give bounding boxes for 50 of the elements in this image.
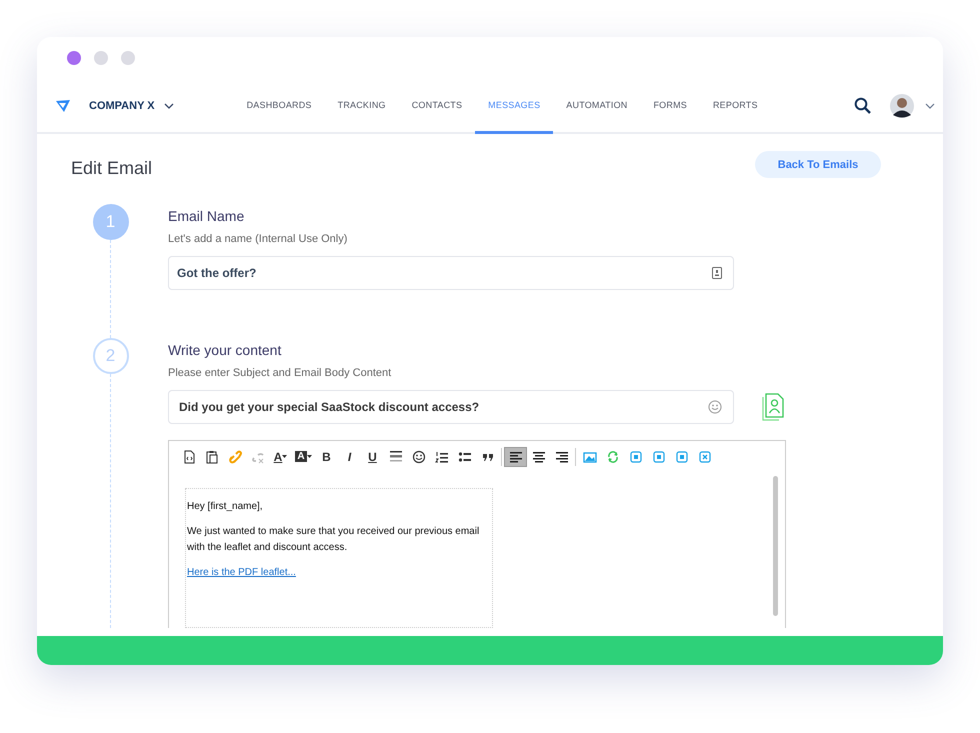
rule-icon[interactable] xyxy=(388,450,402,464)
nav-tab[interactable]: DASHBOARDS xyxy=(234,79,325,134)
step-title: Email Name xyxy=(168,208,246,224)
text-color-button[interactable]: A xyxy=(269,446,292,466)
block-icon[interactable] xyxy=(674,450,688,464)
back-button[interactable]: Back To Emails xyxy=(755,151,881,178)
search-icon[interactable] xyxy=(854,97,871,114)
block-icon[interactable] xyxy=(652,450,666,464)
ul-icon[interactable] xyxy=(458,450,472,464)
emoji-icon[interactable] xyxy=(412,450,426,464)
underline-button[interactable]: U xyxy=(361,446,384,466)
paste-icon[interactable] xyxy=(204,450,218,464)
step-number: 2 xyxy=(92,338,128,374)
logo-icon[interactable] xyxy=(55,98,71,112)
step-title: Write your content xyxy=(168,342,282,358)
nav-tab[interactable]: CONTACTS xyxy=(398,79,476,134)
subject-field[interactable]: Did you get your special SaaStock discount access? xyxy=(168,390,734,424)
nav-tab[interactable]: REPORTS xyxy=(700,79,771,134)
window-dot[interactable] xyxy=(67,51,81,65)
source-icon[interactable] xyxy=(182,450,196,464)
caret-icon[interactable] xyxy=(164,102,174,108)
block-icon[interactable] xyxy=(628,450,642,464)
step-number: 1 xyxy=(92,204,128,240)
step-hint: Let's add a name (Internal Use Only) xyxy=(168,233,348,245)
nav-tab[interactable]: AUTOMATION xyxy=(553,79,640,134)
avatar-icon[interactable] xyxy=(890,94,914,118)
align-left-icon[interactable] xyxy=(508,450,522,464)
name-field[interactable]: Got the offer? xyxy=(168,256,734,290)
align-left-button[interactable] xyxy=(504,446,527,466)
smiley-icon[interactable] xyxy=(708,400,722,414)
bold-button[interactable]: B xyxy=(315,446,338,466)
block-x-icon[interactable] xyxy=(698,450,712,464)
window-dot[interactable] xyxy=(121,51,135,65)
company-name[interactable]: COMPANY X xyxy=(89,100,155,112)
window-dot[interactable] xyxy=(94,51,108,65)
email-paragraph: We just wanted to make sure that you received our previous email with the leaflet and discount access. xyxy=(187,525,480,555)
caret-icon[interactable] xyxy=(306,455,312,458)
align-right-icon[interactable] xyxy=(554,450,568,464)
bg-color-button[interactable]: A xyxy=(292,446,315,466)
italic-button[interactable]: I xyxy=(338,446,361,466)
nav-tab[interactable]: FORMS xyxy=(640,79,700,134)
image-icon[interactable] xyxy=(582,450,596,464)
nav-tab[interactable]: TRACKING xyxy=(324,79,399,134)
leaflet-link[interactable]: Here is the PDF leaflet... xyxy=(187,567,296,578)
email-greeting: Hey [first_name], xyxy=(187,500,264,514)
caret-icon[interactable] xyxy=(282,455,288,458)
page-title: Edit Email xyxy=(71,158,152,179)
ol-icon[interactable] xyxy=(434,450,448,464)
step-hint: Please enter Subject and Email Body Content xyxy=(168,367,392,379)
align-center-icon[interactable] xyxy=(532,450,546,464)
